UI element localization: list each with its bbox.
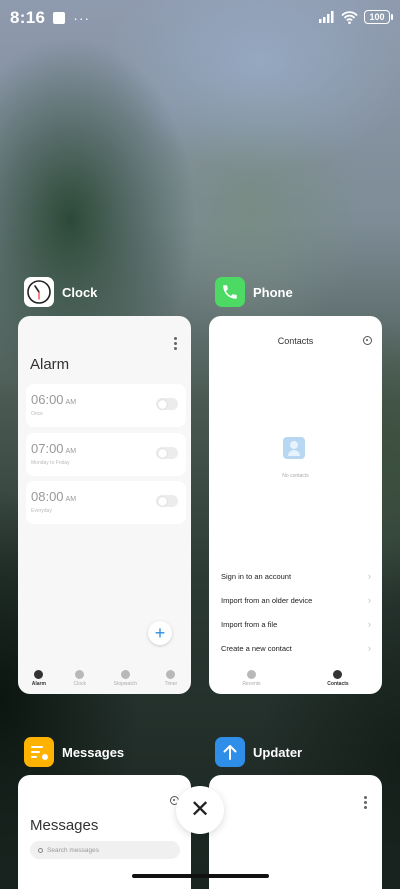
stopwatch-icon [120,670,130,679]
alarm-item: 07:00 AM Monday to Friday [26,433,186,476]
alarm-time: 07:00 AM [31,441,77,456]
arrow-up-icon [223,745,237,760]
alarm-title: Alarm [30,356,70,373]
nav-contacts: Contacts [327,666,349,687]
alarm-repeat: Monday to Friday [31,460,70,466]
empty-contacts-text: No contacts [282,473,309,479]
updater-app-name: Updater [253,744,303,760]
messages-title: Messages [30,817,99,834]
alarm-time: 08:00 AM [31,489,77,504]
add-alarm-button: + [148,621,172,645]
wifi-icon [341,10,358,24]
alarm-time: 06:00 AM [31,392,77,407]
updater-app-icon[interactable] [215,737,245,767]
phone-bottom-nav: Recents Contacts [209,666,382,694]
home-indicator[interactable] [132,874,269,878]
updater-app-header[interactable]: Updater [215,737,302,767]
clock-app-header[interactable]: Clock [24,277,97,307]
battery-icon: 100 [364,10,393,24]
chevron-right-icon: › [368,643,371,653]
clock-face-icon [27,280,51,304]
contacts-title: Contacts [277,336,314,346]
import-file-option: Import from a file › [221,619,371,629]
more-options-icon [174,337,177,350]
messages-app-name: Messages [62,744,125,760]
nav-recents: Recents [242,666,261,687]
messages-app-header[interactable]: Messages [24,737,124,767]
notification-icon [53,12,66,24]
phone-app-name: Phone [253,284,293,300]
create-contact-option: Create a new contact › [221,643,371,653]
hourglass-icon [166,670,176,679]
chevron-right-icon: › [368,595,371,605]
close-all-apps-button[interactable]: ✕ [176,786,224,834]
clock-app-icon[interactable] [24,277,54,307]
phone-app-card[interactable]: Contacts No contacts Sign in to an accou… [209,316,382,694]
search-icon [38,847,43,853]
clock-icon [75,670,85,679]
more-notifications-icon: ··· [73,10,91,26]
nav-stopwatch: Stopwatch [114,666,137,687]
clock-bottom-nav: Alarm Clock Stopwatch Timer [18,666,191,694]
settings-icon [363,336,372,345]
nav-timer: Timer [165,666,177,687]
alarm-icon [34,670,44,679]
alarm-repeat: Once [31,411,43,417]
phone-handset-icon [223,285,237,299]
phone-app-header[interactable]: Phone [215,277,293,307]
chevron-right-icon: › [368,571,371,581]
clock-app-card[interactable]: Alarm 06:00 AM Once 07:00 AM Monday to Fri… [18,316,191,694]
more-options-icon [364,796,367,809]
message-lines-icon [31,746,48,760]
nav-clock: Clock [74,666,86,687]
alarm-toggle [156,398,178,410]
nav-alarm: Alarm [32,666,46,687]
updater-app-card[interactable] [209,775,382,889]
recents-icon [246,670,256,679]
status-indicators: 100 [319,10,393,24]
clock-app-name: Clock [62,284,98,300]
contact-placeholder-icon [283,437,305,459]
status-time: 8:16 [10,8,46,27]
import-older-device-option: Import from an older device › [221,595,371,605]
sign-in-option: Sign in to an account › [221,571,371,581]
messages-app-icon[interactable] [24,737,54,767]
alarm-item: 06:00 AM Once [26,384,186,427]
search-messages-input: Search messages [30,841,180,859]
alarm-item: 08:00 AM Everyday [26,481,186,524]
alarm-toggle [156,447,178,459]
chevron-right-icon: › [368,619,371,629]
messages-app-card[interactable]: Messages Search messages [18,775,191,889]
signal-icon [319,11,334,23]
person-icon [333,670,343,679]
alarm-repeat: Everyday [31,508,52,514]
alarm-toggle [156,495,178,507]
status-bar: 8:16 ··· 100 [0,0,400,36]
phone-app-icon[interactable] [215,277,245,307]
